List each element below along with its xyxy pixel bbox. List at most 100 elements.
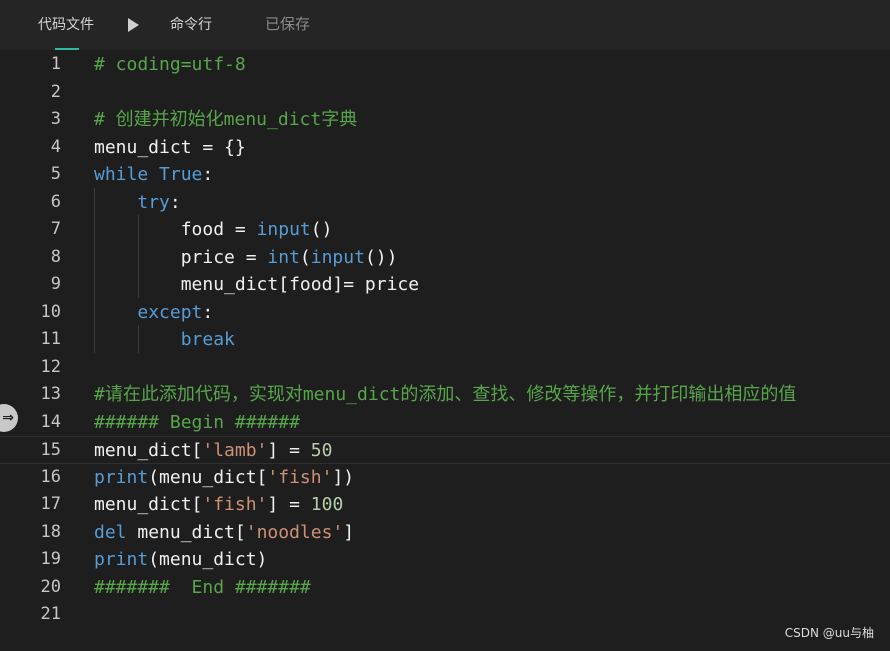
line-number: 21	[40, 604, 61, 624]
code-token: food =	[94, 219, 257, 240]
line-number: 12	[40, 356, 61, 377]
code-token: try	[137, 191, 170, 213]
code-line[interactable]: 10 except:	[0, 299, 890, 327]
line-number: 3	[50, 109, 61, 129]
code-token: (menu_dict)	[148, 549, 268, 570]
tab-bar: 代码文件 命令行 已保存	[0, 0, 890, 51]
code-token: del	[94, 521, 127, 543]
code-line[interactable]: 16 print(menu_dict['fish'])	[0, 464, 890, 492]
line-code: price = int(input())	[94, 244, 398, 272]
code-token: menu_dict[food]= price	[94, 274, 420, 295]
code-token: except	[137, 301, 203, 323]
line-number: 16	[40, 466, 61, 487]
line-number: 15	[40, 440, 61, 460]
code-line[interactable]: 7 food = input()	[0, 216, 890, 244]
line-code: except:	[94, 299, 213, 327]
code-line[interactable]: 5 while True:	[0, 161, 890, 189]
code-token: 'fish'	[267, 466, 333, 488]
code-line[interactable]: 4 menu_dict = {}	[0, 134, 890, 162]
code-line[interactable]: 21	[0, 601, 890, 629]
code-line[interactable]: 15 menu_dict['lamb'] = 50	[0, 436, 890, 464]
line-code: menu_dict['fish'] = 100	[94, 491, 343, 519]
code-token: input	[256, 219, 311, 240]
code-editor[interactable]: 1 # coding=utf-8 2 3 # 创建并初始化menu_dict字典 4 men…	[0, 50, 890, 651]
code-token: ] =	[267, 494, 311, 515]
code-token: :	[202, 301, 214, 323]
code-token: ] =	[267, 440, 311, 461]
tab-command-line-label: 命令行	[170, 17, 212, 33]
code-token: :	[169, 191, 181, 213]
run-icon[interactable]	[128, 18, 139, 32]
code-token: ]	[343, 521, 355, 543]
code-token: print	[94, 466, 149, 488]
line-number: 17	[40, 494, 61, 514]
code-line[interactable]: 19 print(menu_dict)	[0, 546, 890, 574]
line-code: # 创建并初始化menu_dict字典	[94, 106, 357, 134]
code-line[interactable]: 14 ###### Begin ######	[0, 409, 890, 437]
code-token: #请在此添加代码，实现对menu_dict的添加、查找、修改等操作，并打印输出相…	[94, 384, 797, 405]
code-token: menu_dict = {}	[94, 136, 246, 158]
line-code: # coding=utf-8	[94, 51, 246, 79]
line-number: 1	[50, 54, 61, 74]
line-number: 20	[40, 576, 61, 597]
code-line[interactable]: 3 # 创建并初始化menu_dict字典	[0, 106, 890, 134]
code-token: print	[94, 549, 149, 570]
code-token: input	[310, 246, 365, 268]
code-line[interactable]: 6 try:	[0, 189, 890, 217]
line-number: 10	[40, 301, 61, 322]
code-token: ()	[310, 219, 333, 240]
code-token: :	[202, 164, 214, 185]
code-line[interactable]: 11 break	[0, 326, 890, 354]
line-code: ###### Begin ######	[94, 409, 300, 437]
line-code: print(menu_dict)	[94, 546, 267, 574]
line-number: 8	[50, 246, 61, 267]
line-number: 19	[40, 549, 61, 569]
line-code: while True:	[94, 161, 213, 189]
code-token: menu_dict[	[94, 440, 203, 461]
tab-code-file-label: 代码文件	[38, 17, 94, 33]
code-token: break	[180, 329, 235, 350]
code-token: (menu_dict[	[148, 466, 268, 488]
tab-code-file[interactable]: 代码文件	[38, 15, 94, 51]
line-number: 5	[50, 164, 61, 184]
line-code: del menu_dict['noodles']	[94, 519, 354, 547]
line-number: 18	[40, 521, 61, 542]
line-code: print(menu_dict['fish'])	[94, 464, 354, 492]
code-token: ###### Begin ######	[94, 411, 300, 433]
line-number: 4	[50, 136, 61, 157]
code-token: ####### End #######	[94, 576, 311, 598]
code-line[interactable]: 17 menu_dict['fish'] = 100	[0, 491, 890, 519]
code-token: int	[267, 246, 300, 268]
code-token: (	[299, 246, 311, 268]
code-line[interactable]: 9 menu_dict[food]= price	[0, 271, 890, 299]
code-token: menu_dict[	[94, 494, 203, 515]
line-number: 2	[50, 81, 61, 102]
code-token: 50	[310, 440, 333, 461]
code-token: while	[94, 164, 149, 185]
code-token: 'fish'	[202, 494, 268, 515]
code-token: price =	[94, 246, 268, 268]
tab-command-line[interactable]: 命令行	[170, 15, 212, 35]
line-code: food = input()	[94, 216, 333, 244]
code-line[interactable]: 8 price = int(input())	[0, 244, 890, 272]
code-line[interactable]: 20 ####### End #######	[0, 574, 890, 602]
code-line[interactable]: 13 #请在此添加代码，实现对menu_dict的添加、查找、修改等操作，并打印输…	[0, 381, 890, 409]
code-token: ())	[364, 246, 398, 268]
code-line[interactable]: 1 # coding=utf-8	[0, 51, 890, 79]
code-token: 'noodles'	[245, 521, 344, 543]
line-number: 11	[40, 329, 61, 349]
line-code: break	[94, 326, 235, 354]
code-token: 100	[310, 494, 344, 515]
code-line[interactable]: 12	[0, 354, 890, 382]
line-number: 6	[50, 191, 61, 212]
code-line[interactable]: 18 del menu_dict['noodles']	[0, 519, 890, 547]
code-line[interactable]: 2	[0, 79, 890, 107]
code-token: 'lamb'	[202, 440, 268, 461]
watermark: CSDN @uu与柚	[784, 626, 874, 640]
code-token: True	[159, 164, 203, 185]
code-token: # coding=utf-8	[94, 54, 246, 75]
